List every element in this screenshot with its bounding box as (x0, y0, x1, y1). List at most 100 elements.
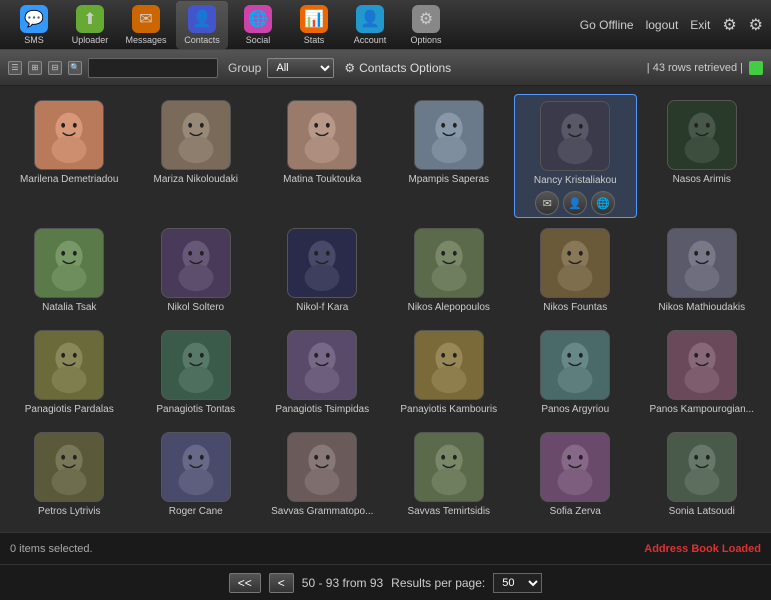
pagination-bar: << < 50 - 93 from 93 Results per page: 1… (0, 564, 771, 600)
logout-link[interactable]: logout (646, 18, 679, 32)
nav-label-options: Options (410, 35, 441, 45)
contact-item[interactable]: Petros Lytrivis (8, 426, 131, 524)
results-per-page-label: Results per page: (391, 576, 485, 590)
avatar (161, 330, 231, 400)
search-input[interactable] (88, 58, 218, 78)
contact-name: Matina Touktouka (283, 174, 361, 186)
items-selected-label: 0 items selected. (10, 543, 93, 555)
contact-item[interactable]: Savvas Grammatopo... (261, 426, 384, 524)
contact-name: Sonia Latsoudi (669, 506, 735, 518)
first-page-button[interactable]: << (229, 573, 261, 593)
avatar (414, 330, 484, 400)
contact-item[interactable]: Natalia Tsak (8, 222, 131, 320)
contact-name: Petros Lytrivis (38, 506, 100, 518)
avatar (287, 432, 357, 502)
contact-item[interactable]: Panagiotis Tontas (135, 324, 258, 422)
contact-item[interactable]: Savvas Temirtsidis (388, 426, 511, 524)
contact-item[interactable]: Panos Kampourogian... (641, 324, 764, 422)
avatar (287, 330, 357, 400)
view-toggle-icon3[interactable]: ⊟ (48, 61, 62, 75)
contact-item[interactable]: Roger Cane (135, 426, 258, 524)
contact-item[interactable]: Nikol Soltero (135, 222, 258, 320)
top-navigation-bar: 💬 SMS ⬆ Uploader ✉ Messages 👤 Contacts 🌐… (0, 0, 771, 50)
contact-item[interactable]: Nikol-f Kara (261, 222, 384, 320)
contact-item[interactable]: Panagiotis Pardalas (8, 324, 131, 422)
contact-name: Nancy Kristaliakou (534, 175, 617, 187)
rows-retrieved-info: | 43 rows retrieved | (647, 62, 743, 74)
contact-item[interactable]: Panagiotis Tsimpidas (261, 324, 384, 422)
nav-item-stats[interactable]: 📊 Stats (288, 1, 340, 49)
stats-icon: 📊 (300, 5, 328, 33)
contact-action-0[interactable]: ✉ (535, 191, 559, 215)
contact-item[interactable]: Nasos Arimis (641, 94, 764, 218)
avatar (540, 228, 610, 298)
sms-icon: 💬 (20, 5, 48, 33)
nav-item-account[interactable]: 👤 Account (344, 1, 396, 49)
contact-item[interactable]: Sonia Latsoudi (641, 426, 764, 524)
avatar (34, 330, 104, 400)
contact-item[interactable]: Nancy Kristaliakou ✉👤🌐 (514, 94, 637, 218)
contacts-grid: Marilena Demetriadou Mariza Nikoloudaki … (0, 86, 771, 532)
contact-item[interactable]: Sofia Zerva (514, 426, 637, 524)
view-toggle-list-icon[interactable]: ☰ (8, 61, 22, 75)
contact-name: Nikol-f Kara (296, 302, 348, 314)
account-icon: 👤 (356, 5, 384, 33)
contact-name: Sofia Zerva (550, 506, 601, 518)
group-label: Group (228, 61, 261, 75)
nav-label-social: Social (246, 35, 271, 45)
messages-icon: ✉ (132, 5, 160, 33)
avatar (540, 432, 610, 502)
contact-item[interactable]: Nikos Mathioudakis (641, 222, 764, 320)
avatar (34, 432, 104, 502)
view-toggle-icon4[interactable]: 🔍 (68, 61, 82, 75)
contacts-icon: 👤 (188, 5, 216, 33)
gear-options-icon: ⚙ (344, 61, 355, 75)
exit-link[interactable]: Exit (690, 18, 710, 32)
nav-item-sms[interactable]: 💬 SMS (8, 1, 60, 49)
contacts-options-button[interactable]: ⚙ Contacts Options (344, 61, 451, 75)
avatar (161, 228, 231, 298)
nav-label-messages: Messages (125, 35, 166, 45)
per-page-select[interactable]: 10 25 50 100 (493, 573, 542, 593)
nav-item-uploader[interactable]: ⬆ Uploader (64, 1, 116, 49)
contact-action-1[interactable]: 👤 (563, 191, 587, 215)
nav-item-social[interactable]: 🌐 Social (232, 1, 284, 49)
go-offline-link[interactable]: Go Offline (580, 18, 634, 32)
view-toggle-grid-icon[interactable]: ⊞ (28, 61, 42, 75)
contact-name: Panagiotis Tontas (156, 404, 235, 416)
contact-name: Marilena Demetriadou (20, 174, 118, 186)
group-select[interactable]: All Family Friends Work (267, 58, 334, 78)
nav-item-messages[interactable]: ✉ Messages (120, 1, 172, 49)
contact-item[interactable]: Nikos Fountas (514, 222, 637, 320)
prev-page-button[interactable]: < (269, 573, 294, 593)
contact-item[interactable]: Mpampis Saperas (388, 94, 511, 218)
contact-item[interactable]: Matina Touktouka (261, 94, 384, 218)
settings-gear-icon[interactable]: ⚙ (722, 15, 736, 35)
contact-name: Mariza Nikoloudaki (154, 174, 238, 186)
address-book-loaded-label: Address Book Loaded (644, 543, 761, 555)
contact-name: Nasos Arimis (673, 174, 731, 186)
contact-item[interactable]: Panos Argyriou (514, 324, 637, 422)
contact-name: Nikos Alepopoulos (408, 302, 490, 314)
contact-item[interactable]: Marilena Demetriadou (8, 94, 131, 218)
nav-label-account: Account (354, 35, 387, 45)
avatar (34, 228, 104, 298)
contact-name: Natalia Tsak (42, 302, 96, 314)
contact-item[interactable]: Panayiotis Kambouris (388, 324, 511, 422)
contact-item[interactable]: Mariza Nikoloudaki (135, 94, 258, 218)
status-indicator (749, 61, 763, 75)
avatar (667, 100, 737, 170)
contact-action-buttons: ✉👤🌐 (535, 191, 615, 215)
avatar (34, 100, 104, 170)
contact-name: Nikos Mathioudakis (658, 302, 745, 314)
contact-item[interactable]: Nikos Alepopoulos (388, 222, 511, 320)
social-icon: 🌐 (244, 5, 272, 33)
contacts-toolbar: ☰ ⊞ ⊟ 🔍 Group All Family Friends Work ⚙ … (0, 50, 771, 86)
avatar (414, 228, 484, 298)
nav-item-contacts[interactable]: 👤 Contacts (176, 1, 228, 49)
nav-icon-group: 💬 SMS ⬆ Uploader ✉ Messages 👤 Contacts 🌐… (8, 1, 580, 49)
contact-action-2[interactable]: 🌐 (591, 191, 615, 215)
settings-extra-icon[interactable]: ⚙ (749, 15, 763, 35)
nav-item-options[interactable]: ⚙ Options (400, 1, 452, 49)
contact-name: Panagiotis Tsimpidas (275, 404, 369, 416)
